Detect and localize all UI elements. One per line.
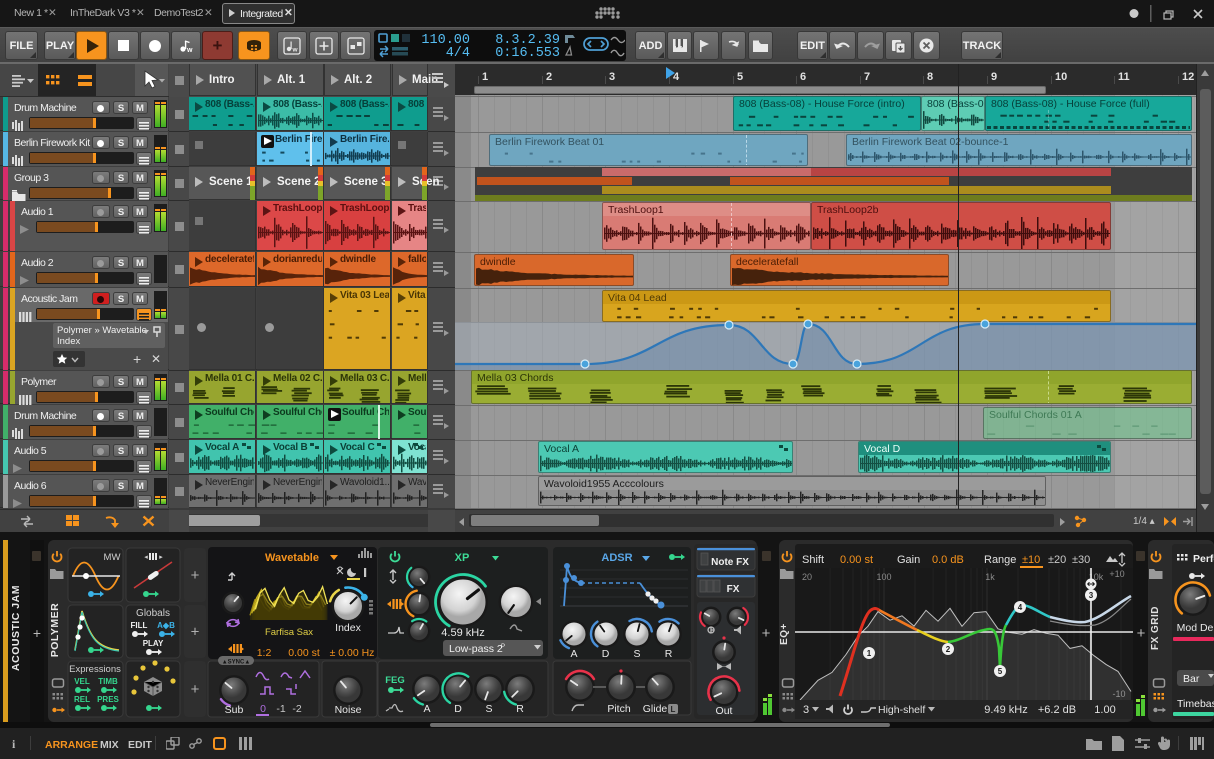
svg-text:P: P	[501, 644, 505, 650]
svg-text:Glide: Glide	[643, 703, 668, 715]
svg-text:+6.2 dB: +6.2 dB	[1038, 704, 1076, 716]
svg-text:FEG: FEG	[385, 675, 405, 686]
svg-text:+: +	[762, 625, 771, 642]
svg-text:100: 100	[876, 572, 891, 582]
svg-text:Shift: Shift	[802, 554, 824, 566]
svg-text:+: +	[1137, 625, 1146, 642]
svg-text:2: 2	[946, 645, 951, 654]
svg-text:Low-pass 2: Low-pass 2	[449, 643, 503, 655]
svg-text:PLAY: PLAY	[143, 639, 164, 648]
svg-text:Pitch: Pitch	[607, 703, 631, 715]
svg-text:R: R	[665, 648, 673, 660]
svg-text:4: 4	[1018, 603, 1023, 612]
svg-text:+: +	[191, 567, 200, 584]
svg-text:±10: ±10	[1022, 554, 1040, 566]
svg-text:▸: ▸	[159, 554, 163, 561]
svg-text:-1: -1	[276, 703, 285, 715]
svg-text:VEL: VEL	[74, 677, 90, 686]
svg-text:R: R	[516, 703, 524, 715]
svg-text:w: w	[186, 47, 193, 54]
svg-text:9.49 kHz: 9.49 kHz	[984, 704, 1027, 716]
svg-text:1:2: 1:2	[257, 647, 272, 659]
svg-text:20: 20	[802, 572, 812, 582]
svg-text:PRES: PRES	[97, 695, 119, 704]
svg-text:Note FX: Note FX	[711, 557, 749, 568]
svg-text:1: 1	[867, 649, 872, 658]
svg-text:Range: Range	[984, 554, 1016, 566]
svg-text:Out: Out	[716, 705, 733, 717]
svg-text:0.00 st: 0.00 st	[840, 554, 873, 566]
svg-text:+: +	[191, 624, 200, 641]
svg-text:FX: FX	[727, 584, 740, 595]
svg-text:REL: REL	[74, 695, 90, 704]
svg-text:±30: ±30	[1072, 554, 1090, 566]
svg-text:◂: ◂	[144, 554, 148, 561]
svg-text:Globals: Globals	[136, 608, 170, 619]
svg-text:Noise: Noise	[335, 704, 362, 716]
svg-text:Index: Index	[335, 622, 361, 634]
svg-text:Wavetable: Wavetable	[265, 552, 319, 564]
svg-text:ADSR: ADSR	[601, 552, 632, 564]
svg-text:EQ+: EQ+	[779, 623, 790, 645]
svg-text:FX GRID: FX GRID	[1150, 606, 1161, 650]
svg-text:3: 3	[803, 704, 809, 716]
svg-text:Farfisa Sax: Farfisa Sax	[265, 627, 313, 638]
svg-text:+: +	[191, 681, 200, 698]
svg-text:A◆B: A◆B	[157, 621, 175, 630]
svg-text:S: S	[485, 703, 492, 715]
svg-text:3: 3	[1089, 591, 1094, 600]
svg-text:High-shelf: High-shelf	[878, 704, 925, 716]
svg-text:XP: XP	[455, 552, 470, 564]
svg-text:▲SYNC▲: ▲SYNC▲	[222, 660, 251, 666]
svg-text:POLYMER: POLYMER	[49, 603, 61, 657]
svg-text:Mod De: Mod De	[1177, 622, 1214, 634]
svg-text:0.0 dB: 0.0 dB	[932, 554, 964, 566]
svg-text:-2: -2	[292, 703, 301, 715]
svg-text:0.00 st: 0.00 st	[288, 647, 320, 659]
svg-text:TIMB: TIMB	[98, 677, 118, 686]
svg-text:FILL: FILL	[131, 621, 148, 630]
svg-text:Gain: Gain	[897, 554, 920, 566]
svg-text:± 0.00 Hz: ± 0.00 Hz	[330, 647, 375, 659]
svg-text:S: S	[633, 648, 640, 660]
svg-text:Bar: Bar	[1183, 673, 1200, 685]
svg-text:Expressions: Expressions	[69, 664, 121, 675]
svg-text:+10: +10	[1109, 569, 1124, 579]
svg-text:w: w	[292, 46, 299, 53]
svg-text:+: +	[33, 625, 41, 641]
svg-text:±20: ±20	[1048, 554, 1066, 566]
svg-text:Sub: Sub	[225, 704, 244, 716]
svg-text:A: A	[423, 703, 430, 715]
svg-text:D: D	[602, 648, 610, 660]
svg-text:L: L	[671, 705, 676, 714]
svg-text:4.59 kHz: 4.59 kHz	[441, 627, 484, 639]
svg-text:1.00: 1.00	[1094, 704, 1115, 716]
svg-text:Timebas: Timebas	[1177, 698, 1214, 710]
svg-text:MW: MW	[104, 552, 121, 563]
svg-text:0: 0	[260, 703, 266, 715]
svg-text:A: A	[570, 648, 577, 660]
svg-text:5: 5	[998, 667, 1003, 676]
svg-text:Perfo: Perfo	[1193, 553, 1214, 565]
svg-text:ACOUSTIC JAM: ACOUSTIC JAM	[10, 585, 22, 671]
svg-text:1k: 1k	[985, 572, 995, 582]
svg-text:D: D	[454, 703, 462, 715]
